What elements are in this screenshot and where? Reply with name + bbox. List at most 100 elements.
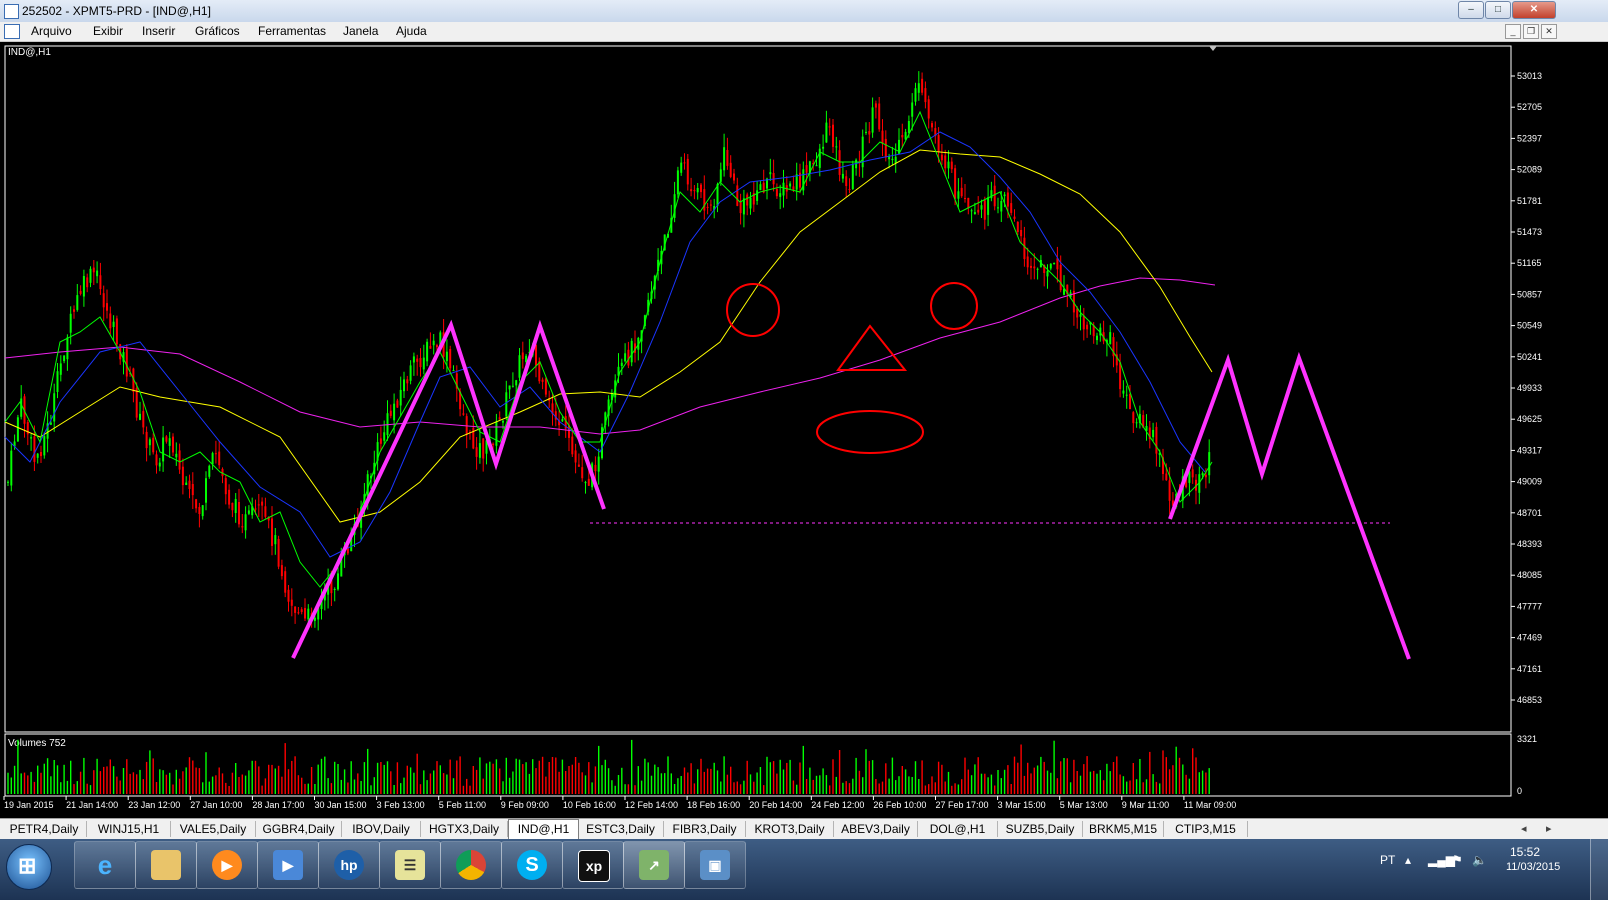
tab-scroll-left-button[interactable]: ◂ [1521,822,1527,835]
menu-inserir[interactable]: Inserir [142,24,175,38]
menu-exibir[interactable]: Exibir [93,24,123,38]
taskbar-hp[interactable]: hp [318,841,380,889]
ma-yellow-line[interactable] [4,149,1213,523]
price-tick-label: 47469 [1517,633,1542,643]
volume-icon[interactable]: 🔈 [1472,853,1487,867]
tab-ggbr4-daily[interactable]: GGBR4,Daily [256,821,342,837]
candle-body [987,197,990,215]
price-tick-label: 49009 [1517,477,1542,487]
minimize-button[interactable]: – [1458,1,1484,19]
shift-marker-icon[interactable] [1209,46,1217,51]
ma-magenta-line[interactable] [4,277,1216,435]
candle-body [795,174,798,190]
taskbar-xp-investimentos[interactable]: xp [562,841,624,889]
tab-hgtx3-daily[interactable]: HGTX3,Daily [421,821,508,837]
candle-body [792,186,795,190]
candle-body [492,443,495,446]
drawing-triangle-nose[interactable] [836,324,908,371]
mdi-restore-button[interactable]: ❐ [1523,24,1539,39]
tab-petr4-daily[interactable]: PETR4,Daily [2,821,87,837]
show-desktop-button[interactable] [1590,839,1608,900]
candle-body [884,138,887,158]
mdi-close-button[interactable]: ✕ [1541,24,1557,39]
start-button[interactable]: ⊞ [6,844,52,890]
candle-body [729,162,732,177]
ma-green-line[interactable] [4,110,1213,588]
taskbar-internet-explorer[interactable]: e [74,841,136,889]
tab-suzb5-daily[interactable]: SUZB5,Daily [998,821,1083,837]
price-tick-label: 47161 [1517,664,1542,674]
candle-body [1000,201,1003,212]
tab-scroll-right-button[interactable]: ▸ [1546,822,1552,835]
time-tick-label: 28 Jan 17:00 [252,800,304,810]
candle-body [304,608,306,619]
tab-estc3-daily[interactable]: ESTC3,Daily [578,821,664,837]
menubar: Arquivo Exibir Inserir Gráficos Ferramen… [0,22,1608,42]
menu-ajuda[interactable]: Ajuda [396,24,427,38]
language-indicator[interactable]: PT [1380,853,1395,867]
candle-body [723,147,726,171]
menu-arquivo[interactable]: Arquivo [31,24,72,38]
candle-body [393,403,396,421]
candle-body [1132,412,1135,424]
app-icon [4,4,19,19]
chart-area[interactable]: IND@,H1 Volumes 752 53013 52705 52397 52089… [0,42,1608,817]
drawing-right-eye[interactable] [930,282,978,330]
candle-body [188,480,191,489]
taskbar-metatrader[interactable]: ↗ [623,841,685,889]
menu-ferramentas[interactable]: Ferramentas [258,24,326,38]
mdi-minimize-button[interactable]: _ [1505,24,1521,39]
file-explorer-icon [151,850,181,880]
candle-body [53,393,56,422]
taskbar-notes[interactable]: ☰ [379,841,441,889]
maximize-button[interactable]: □ [1485,1,1511,19]
menu-graficos[interactable]: Gráficos [195,24,240,38]
candle-body [86,277,89,288]
candle-body [274,535,277,545]
flag-icon[interactable]: ⚑ [1452,853,1463,867]
taskbar-media-player[interactable]: ▶ [196,841,258,889]
tab-ibov-daily[interactable]: IBOV,Daily [342,821,421,837]
candle-body [1046,271,1049,277]
candle-body [162,437,165,462]
clock-date[interactable]: 11/03/2015 [1506,861,1560,873]
candle-body [719,169,722,182]
candle-body [973,212,976,215]
tab-brkm5-m15[interactable]: BRKM5,M15 [1083,821,1164,837]
price-chart[interactable]: IND@,H1 Volumes 752 53013 52705 52397 52089… [0,42,1608,817]
drawing-right-projection[interactable] [1168,351,1411,660]
tab-dol-h1[interactable]: DOL@,H1 [918,821,998,837]
close-button[interactable]: ✕ [1512,1,1556,19]
candle-body [426,341,429,362]
candle-body [482,438,485,459]
candle-body [139,413,141,420]
drawing-ellipse-mouth[interactable] [816,410,924,454]
tab-vale5-daily[interactable]: VALE5,Daily [171,821,256,837]
candle-body [40,452,42,457]
candle-body [125,348,128,377]
price-tick-label: 48085 [1517,570,1542,580]
taskbar-network[interactable]: ▶ [257,841,319,889]
taskbar-file-explorer[interactable] [135,841,197,889]
clock-time[interactable]: 15:52 [1510,845,1540,859]
tab-winj15-h1[interactable]: WINJ15,H1 [87,821,171,837]
tab-abev3-daily[interactable]: ABEV3,Daily [834,821,918,837]
menu-janela[interactable]: Janela [343,24,378,38]
ma-blue-line[interactable] [4,131,1206,558]
drawing-left-w-pattern[interactable] [291,319,606,659]
taskbar-skype[interactable]: S [501,841,563,889]
candle-body [33,436,36,462]
taskbar-chrome[interactable] [440,841,502,889]
taskbar-photo-viewer[interactable]: ▣ [684,841,746,889]
tab-fibr3-daily[interactable]: FIBR3,Daily [664,821,746,837]
candle-body [587,478,590,486]
tab-ind-h1[interactable]: IND@,H1 [508,819,579,839]
network-signal-icon[interactable]: ▂▄▆ [1428,853,1455,867]
candle-body [475,447,478,457]
candle-body [983,200,986,220]
chart-window-icon[interactable] [4,24,20,39]
tab-ctip3-m15[interactable]: CTIP3,M15 [1164,821,1248,837]
tray-expand-icon[interactable]: ▴ [1405,853,1411,867]
tab-krot3-daily[interactable]: KROT3,Daily [746,821,834,837]
candle-body [69,313,72,333]
